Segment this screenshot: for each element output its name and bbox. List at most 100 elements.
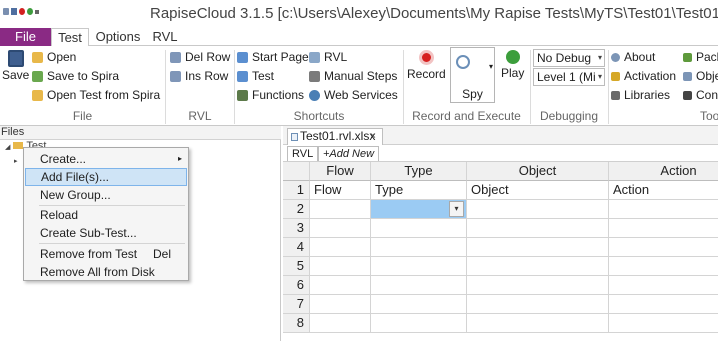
grid-cell[interactable] <box>310 257 371 276</box>
spy-dropdown-arrow-icon[interactable]: ▾ <box>489 62 493 71</box>
debug-mode-select[interactable]: No Debug ▾ <box>533 49 605 67</box>
grid-cell[interactable] <box>609 238 718 257</box>
record-button[interactable]: Record <box>407 50 446 88</box>
object-button[interactable]: Obje <box>683 67 718 86</box>
console-button[interactable]: Con <box>683 86 718 105</box>
tab-rvl[interactable]: RVL <box>147 28 183 46</box>
grid-cell[interactable] <box>609 219 718 238</box>
menu-item-create[interactable]: Create... ▸ <box>25 150 187 168</box>
column-header-type[interactable]: Type <box>371 162 467 181</box>
row-number[interactable]: 7 <box>283 295 310 314</box>
save-button[interactable]: Save <box>2 50 29 88</box>
grid-cell[interactable] <box>609 276 718 295</box>
row-number[interactable]: 5 <box>283 257 310 276</box>
grid-cell[interactable] <box>467 257 609 276</box>
sheet-tab-rvl[interactable]: RVL <box>287 146 319 161</box>
grid-cell[interactable] <box>310 276 371 295</box>
grid-cell[interactable] <box>371 276 467 295</box>
grid-cell[interactable]: Type <box>371 181 467 200</box>
libraries-button[interactable]: Libraries <box>611 86 670 105</box>
tab-file[interactable]: File <box>0 28 51 46</box>
info-icon <box>611 53 620 62</box>
column-header-flow[interactable]: Flow <box>310 162 371 181</box>
start-page-button[interactable]: Start Page <box>237 48 309 67</box>
column-header-object[interactable]: Object <box>467 162 609 181</box>
row-number[interactable]: 1 <box>283 181 310 200</box>
tree-child-node[interactable]: ▸ <box>14 154 18 166</box>
grid-cell[interactable] <box>371 314 467 333</box>
tab-test[interactable]: Test <box>51 28 89 47</box>
functions-button[interactable]: Functions <box>237 86 304 105</box>
play-icon[interactable] <box>27 8 33 15</box>
about-button[interactable]: About <box>611 48 655 67</box>
grid-cell[interactable] <box>467 238 609 257</box>
shortcut-test-button[interactable]: Test <box>237 67 274 86</box>
grid-cell[interactable]: Action <box>609 181 718 200</box>
debug-level-select[interactable]: Level 1 (Mi ▾ <box>533 68 605 86</box>
row-number[interactable]: 8 <box>283 314 310 333</box>
grid-cell[interactable] <box>467 314 609 333</box>
libraries-icon <box>611 91 620 100</box>
debug-mode-value: No Debug <box>537 51 592 65</box>
grid-cell[interactable] <box>310 295 371 314</box>
column-header-action[interactable]: Action <box>609 162 718 181</box>
qat-dropdown-icon[interactable] <box>35 9 39 14</box>
menu-item-shortcut: Del <box>152 247 171 261</box>
row-number[interactable]: 2 <box>283 200 310 219</box>
grid-cell[interactable] <box>371 295 467 314</box>
grid-cell[interactable] <box>609 200 718 219</box>
pack-button[interactable]: Pack <box>683 48 718 67</box>
row-number[interactable]: 6 <box>283 276 310 295</box>
spy-button[interactable]: ▾ Spy <box>450 47 495 103</box>
tree-expander-icon[interactable]: ▸ <box>14 158 18 165</box>
corner-cell[interactable] <box>283 162 310 181</box>
grid-cell[interactable] <box>609 257 718 276</box>
manual-steps-label: Manual Steps <box>324 69 398 83</box>
grid-cell[interactable]: Flow <box>310 181 371 200</box>
libraries-label: Libraries <box>624 88 671 102</box>
grid-cell[interactable] <box>467 276 609 295</box>
manual-steps-button[interactable]: Manual Steps <box>309 67 397 86</box>
app-icon[interactable] <box>3 8 9 15</box>
web-services-button[interactable]: Web Services <box>309 86 398 105</box>
row-number[interactable]: 3 <box>283 219 310 238</box>
grid-cell[interactable] <box>467 219 609 238</box>
grid-cell[interactable]: Object <box>467 181 609 200</box>
menu-item-add-files[interactable]: Add File(s)... <box>25 168 187 186</box>
sheet-tab-add-new[interactable]: +Add New <box>318 146 380 161</box>
grid-cell[interactable] <box>310 200 371 219</box>
activation-button[interactable]: Activation <box>611 67 676 86</box>
save-to-spira-button[interactable]: Save to Spira <box>32 67 119 86</box>
grid-cell[interactable] <box>609 314 718 333</box>
document-tab[interactable]: Test01.rvl.xlsx × <box>287 128 383 145</box>
row-number[interactable]: 4 <box>283 238 310 257</box>
ins-row-button[interactable]: Ins Row <box>170 67 228 86</box>
menu-item-remove-all-from-disk[interactable]: Remove All from Disk <box>25 263 187 281</box>
shortcut-rvl-button[interactable]: RVL <box>309 48 347 67</box>
grid-cell[interactable] <box>310 314 371 333</box>
menu-item-new-group[interactable]: New Group... <box>25 186 187 204</box>
grid-cell[interactable] <box>467 295 609 314</box>
menu-item-reload[interactable]: Reload <box>25 206 187 224</box>
close-icon[interactable]: × <box>370 129 376 144</box>
chevron-down-icon[interactable]: ▾ <box>449 201 464 217</box>
tab-options[interactable]: Options <box>89 28 147 46</box>
grid-cell[interactable] <box>609 295 718 314</box>
grid-cell[interactable] <box>371 219 467 238</box>
grid-cell[interactable] <box>310 238 371 257</box>
menu-item-remove-from-test[interactable]: Remove from Test Del <box>25 245 187 263</box>
folder-icon <box>13 142 24 149</box>
grid-cell[interactable] <box>371 257 467 276</box>
group-label-rvl: RVL <box>188 109 212 123</box>
open-button[interactable]: Open <box>32 48 76 67</box>
play-button[interactable]: Play <box>501 50 524 88</box>
grid-cell[interactable] <box>467 200 609 219</box>
tree-expander-icon[interactable]: ◢ <box>5 144 10 151</box>
del-row-button[interactable]: Del Row <box>170 48 230 67</box>
open-from-spira-button[interactable]: Open Test from Spira <box>32 86 160 105</box>
menu-item-create-sub-test[interactable]: Create Sub-Test... <box>25 224 187 242</box>
record-icon[interactable] <box>19 8 25 15</box>
grid-cell[interactable] <box>371 238 467 257</box>
save-icon[interactable] <box>11 8 17 15</box>
grid-cell[interactable] <box>310 219 371 238</box>
